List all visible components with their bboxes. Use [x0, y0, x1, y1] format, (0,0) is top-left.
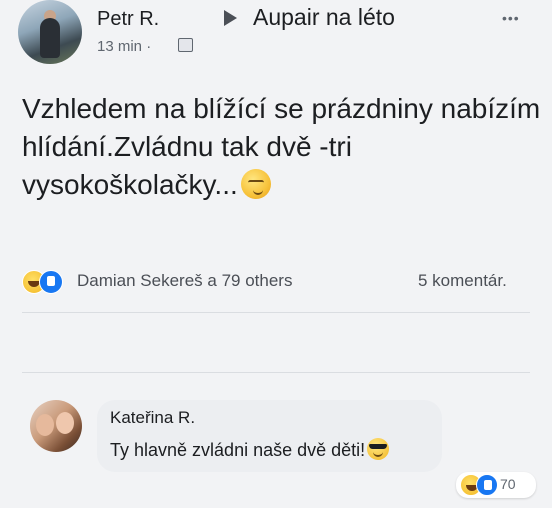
post-text: Vzhledem na blížící se prázdniny nabízím…: [22, 93, 541, 200]
comment-body: Ty hlavně zvládni naše dvě děti!: [110, 438, 390, 461]
avatar-figure: [40, 18, 60, 58]
divider: [22, 372, 530, 373]
more-options-icon[interactable]: •••: [502, 10, 520, 26]
avatar-face: [36, 414, 54, 436]
arrow-right-icon: [224, 10, 237, 26]
comments-count[interactable]: 5 komentár.: [418, 271, 507, 291]
author-avatar[interactable]: [18, 0, 82, 64]
like-reaction-icon: [39, 270, 63, 294]
sunglasses-emoji-icon: [367, 438, 390, 460]
comment-author[interactable]: Kateřina R.: [110, 408, 195, 428]
comment-reactions[interactable]: 70: [456, 472, 536, 498]
post-body: Vzhledem na blížící se prázdniny nabízím…: [22, 90, 542, 204]
smirk-emoji-icon: [240, 169, 271, 199]
group-name[interactable]: Aupair na léto: [253, 4, 395, 31]
reactions-summary[interactable]: Damian Sekereš a 79 others: [77, 271, 292, 291]
audience-icon: [178, 38, 193, 52]
avatar-face: [56, 412, 74, 434]
post-timestamp[interactable]: 13 min ·: [97, 38, 151, 55]
comment-text: Ty hlavně zvládni naše dvě děti!: [110, 440, 366, 460]
author-name[interactable]: Petr R.: [97, 8, 159, 31]
divider: [22, 312, 530, 313]
like-reaction-icon: [476, 474, 498, 496]
comment-reaction-count: 70: [500, 476, 516, 492]
commenter-avatar[interactable]: [30, 400, 82, 452]
